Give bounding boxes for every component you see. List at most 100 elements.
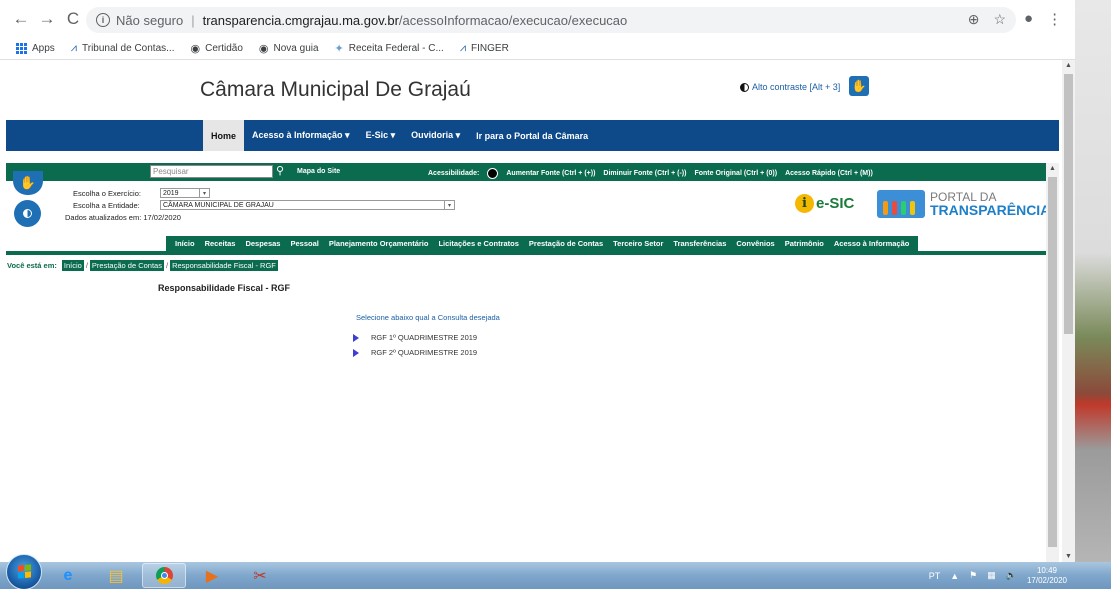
frame-scrollbar[interactable]: ▲ — [1046, 163, 1059, 562]
windows-logo-icon — [17, 564, 31, 579]
breadcrumb-separator: / — [165, 261, 169, 270]
scroll-up-icon[interactable]: ▲ — [1065, 62, 1072, 69]
accessibility-label: Acessibilidade: — [428, 170, 480, 177]
snipping-tool-icon[interactable]: ✂ — [238, 563, 282, 588]
contrast-side-icon[interactable] — [14, 200, 41, 227]
scroll-up-icon[interactable]: ▲ — [1049, 165, 1056, 172]
zoom-icon[interactable]: ⊕ — [968, 11, 980, 28]
forward-arrow-icon[interactable]: → — [34, 6, 60, 32]
portal-transparencia-logo[interactable]: PORTAL DA TRANSPARÊNCIA — [877, 190, 1050, 218]
scroll-thumb[interactable] — [1064, 74, 1073, 334]
language-indicator[interactable]: PT — [929, 571, 941, 581]
volume-icon[interactable]: 🔈 — [1006, 570, 1017, 581]
filters-panel: Escolha o Exercício: 2019 ▾ Escolha a En… — [65, 187, 455, 223]
breadcrumb-separator: / — [85, 261, 88, 270]
sign-language-side-icon[interactable]: ✋ — [13, 171, 43, 195]
breadcrumb-lead: Você está em: — [7, 261, 57, 270]
section-convenios[interactable]: Convênios — [731, 239, 779, 248]
contrast-toggle-icon[interactable] — [487, 168, 499, 179]
bookmark-label: Nova guia — [273, 43, 319, 54]
breadcrumb-inicio[interactable]: Início — [61, 260, 84, 271]
start-button[interactable] — [6, 553, 42, 589]
bookmark-label: FINGER — [471, 43, 509, 54]
increase-font-link[interactable]: Aumentar Fonte (Ctrl + (+)) — [506, 170, 595, 177]
esic-info-icon: i — [795, 194, 814, 213]
list-item[interactable]: RGF 2º QUADRIMESTRE 2019 — [353, 345, 477, 360]
back-arrow-icon[interactable]: ← — [8, 6, 34, 32]
section-transferencias[interactable]: Transferências — [668, 239, 731, 248]
section-receitas[interactable]: Receitas — [200, 239, 241, 248]
portal-people-icon — [877, 190, 925, 218]
url-host: transparencia.cmgrajau.ma.gov.br — [202, 12, 399, 28]
breadcrumb-prestacao[interactable]: Prestação de Contas — [89, 260, 164, 271]
system-tray: PT ▲ ⚑ ▦ 🔈 10:49 17/02/2020 — [929, 562, 1067, 589]
triangle-bullet-icon — [353, 348, 359, 357]
list-item[interactable]: RGF 1º QUADRIMESTRE 2019 — [353, 330, 477, 345]
original-font-link[interactable]: Fonte Original (Ctrl + (0)) — [694, 170, 777, 177]
nav-esic[interactable]: E-Sic ▾ — [358, 120, 404, 151]
breadcrumb: Você está em: Início / Prestação de Cont… — [7, 260, 278, 271]
bookmark-apps[interactable]: Apps — [16, 43, 55, 54]
year-select[interactable]: 2019 ▾ — [160, 188, 210, 198]
scroll-down-icon[interactable]: ▼ — [1065, 553, 1072, 560]
chevron-down-icon: ▾ — [444, 201, 454, 209]
bookmark-nova-guia[interactable]: ◉ Nova guia — [259, 42, 319, 55]
network-icon[interactable]: ▦ — [987, 570, 996, 581]
bookmarks-bar: Apps ⩘ Tribunal de Contas... ◉ Certidão … — [0, 38, 1075, 60]
globe-icon: ◉ — [190, 43, 201, 55]
omnibox-separator: | — [191, 12, 195, 28]
nav-acesso-informacao[interactable]: Acesso à Informação ▾ — [244, 120, 358, 151]
rgf-list: RGF 1º QUADRIMESTRE 2019 RGF 2º QUADRIME… — [353, 330, 477, 360]
profile-icon[interactable]: ● — [1024, 10, 1033, 28]
sign-language-icon[interactable]: ✋ — [849, 76, 869, 96]
search-icon[interactable]: ⚲ — [276, 164, 284, 177]
clock[interactable]: 10:49 17/02/2020 — [1027, 566, 1067, 586]
bookmark-tribunal[interactable]: ⩘ Tribunal de Contas... — [71, 42, 175, 55]
quick-access-link[interactable]: Acesso Rápido (Ctrl + (M)) — [785, 170, 873, 177]
menu-kebab-icon[interactable]: ⋮ — [1047, 10, 1062, 28]
flag-icon[interactable]: ⚑ — [969, 570, 977, 581]
ie-app-icon[interactable]: e — [46, 563, 90, 588]
section-acesso-informacao[interactable]: Acesso à Informação — [829, 239, 914, 248]
bookmark-receita[interactable]: ✦ Receita Federal - C... — [335, 42, 444, 55]
bookmark-certidao[interactable]: ◉ Certidão — [190, 42, 242, 55]
entity-select[interactable]: CÂMARA MUNICIPAL DE GRAJAU ▾ — [160, 200, 455, 210]
bookmark-finger[interactable]: ⩘ FINGER — [460, 42, 509, 55]
clock-date: 17/02/2020 — [1026, 575, 1067, 585]
section-divider — [6, 251, 1046, 255]
nav-ouvidoria[interactable]: Ouvidoria ▾ — [403, 120, 468, 151]
section-planejamento[interactable]: Planejamento Orçamentário — [324, 239, 434, 248]
media-player-icon[interactable]: ▶ — [190, 563, 234, 588]
section-licitacoes[interactable]: Licitações e Contratos — [433, 239, 523, 248]
nav-home[interactable]: Home — [203, 120, 245, 151]
taskbar: e ▤ ▶ ✂ PT ▲ ⚑ ▦ 🔈 10:49 17/02/2020 — [0, 553, 1111, 589]
breadcrumb-current[interactable]: Responsabilidade Fiscal - RGF — [170, 260, 278, 271]
reload-icon[interactable]: C — [60, 6, 86, 32]
page-scrollbar[interactable]: ▲ ▼ — [1062, 60, 1075, 562]
page-viewport: Câmara Municipal De Grajaú Alto contrast… — [0, 60, 1062, 562]
info-icon[interactable]: i — [96, 13, 110, 27]
section-pessoal[interactable]: Pessoal — [285, 239, 323, 248]
esic-logo[interactable]: i e-SIC — [795, 194, 854, 213]
transparency-frame: Pesquisar ⚲ Mapa do Site Acessibilidade:… — [6, 163, 1050, 562]
section-inicio[interactable]: Início — [170, 239, 200, 248]
nav-portal-camara[interactable]: Ir para o Portal da Câmara — [468, 120, 596, 151]
decrease-font-link[interactable]: Diminuir Fonte (Ctrl + (-)) — [603, 170, 686, 177]
scroll-thumb[interactable] — [1048, 177, 1057, 547]
desktop-wallpaper — [1075, 0, 1111, 562]
bookmark-label: Tribunal de Contas... — [82, 43, 175, 54]
contrast-link-label: Alto contraste [Alt + 3] — [752, 82, 841, 92]
explorer-folder-icon[interactable]: ▤ — [94, 563, 138, 588]
tray-arrow-icon[interactable]: ▲ — [950, 571, 959, 581]
high-contrast-link[interactable]: Alto contraste [Alt + 3] — [740, 82, 840, 92]
search-input[interactable]: Pesquisar — [150, 165, 273, 178]
address-bar[interactable]: i Não seguro | transparencia.cmgrajau.ma… — [86, 7, 1016, 33]
section-prestacao[interactable]: Prestação de Contas — [524, 239, 608, 248]
site-map-link[interactable]: Mapa do Site — [297, 168, 340, 175]
section-terceiro-setor[interactable]: Terceiro Setor — [608, 239, 668, 248]
section-despesas[interactable]: Despesas — [240, 239, 285, 248]
chrome-app-icon[interactable] — [142, 563, 186, 588]
bookmark-star-icon[interactable]: ☆ — [993, 11, 1006, 28]
section-patrimonio[interactable]: Patrimônio — [780, 239, 829, 248]
finger-logo-icon: ⩘ — [459, 42, 467, 54]
